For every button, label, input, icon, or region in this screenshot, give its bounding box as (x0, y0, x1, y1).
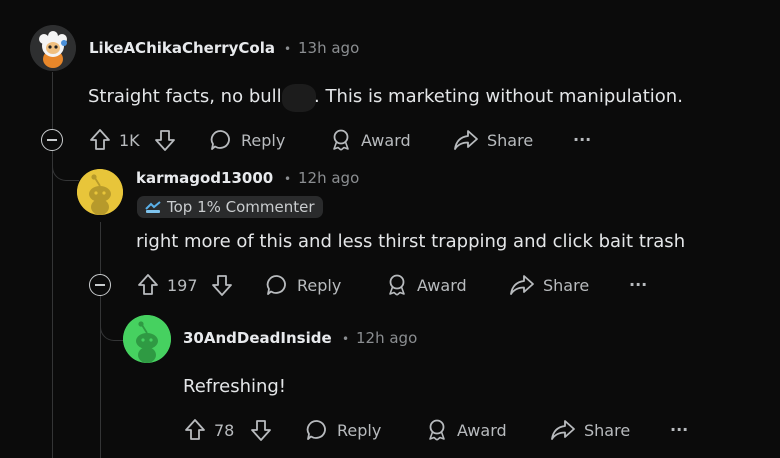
downvote-arrow-icon (212, 275, 232, 296)
snoo-avatar-sheep-costume-icon (30, 25, 76, 71)
chat-bubble-icon (210, 130, 230, 150)
separator-dot: • (342, 332, 350, 346)
share-button[interactable]: Share (550, 418, 630, 442)
avatar[interactable] (123, 315, 171, 363)
award-button[interactable]: Award (329, 128, 411, 152)
comment-text-continued: . This is marketing without manipulation… (314, 86, 683, 107)
reply-button[interactable]: Reply (209, 128, 285, 152)
award-label: Award (417, 275, 467, 295)
downvote-arrow-icon (251, 420, 271, 441)
chat-bubble-icon (266, 275, 286, 295)
award-button[interactable]: Award (385, 273, 467, 297)
username[interactable]: 30AndDeadInside (183, 329, 332, 347)
collapse-thread-button[interactable] (41, 129, 63, 151)
share-button[interactable]: Share (509, 273, 589, 297)
share-label: Share (487, 130, 534, 150)
award-icon (333, 129, 349, 151)
award-label: Award (361, 130, 411, 150)
vote-count: 78 (214, 420, 235, 440)
avatar[interactable] (30, 25, 76, 71)
chat-bubble-icon (306, 420, 326, 440)
upvote-arrow-icon (138, 274, 158, 295)
award-label: Award (457, 420, 507, 440)
award-button[interactable]: Award (425, 418, 507, 442)
reply-label: Reply (297, 275, 342, 295)
downvote-button[interactable] (154, 128, 176, 156)
share-arrow-icon (551, 420, 575, 440)
upvote-arrow-icon (90, 129, 110, 150)
snoo-avatar-icon (77, 169, 123, 215)
reply-label: Reply (337, 420, 382, 440)
reply-button[interactable]: Reply (305, 418, 381, 442)
thread-connector-1 (52, 152, 79, 181)
share-label: Share (584, 420, 631, 440)
more-options-button[interactable]: ··· (573, 130, 591, 149)
timestamp[interactable]: 13h ago (298, 39, 359, 57)
downvote-button[interactable] (211, 273, 233, 301)
top-commenter-icon (145, 201, 161, 213)
share-button[interactable]: Share (453, 128, 533, 152)
thread-connector-2 (100, 298, 125, 341)
upvote-button[interactable]: 78 (184, 418, 234, 442)
comment-text: Refreshing! (183, 376, 287, 397)
censored-word-icon (282, 84, 316, 112)
more-options-icon: ··· (573, 130, 592, 149)
upvote-button[interactable]: 197 (137, 273, 198, 297)
reply-button[interactable]: Reply (265, 273, 341, 297)
username[interactable]: karmagod13000 (136, 169, 273, 187)
separator-dot: • (284, 42, 292, 56)
share-label: Share (543, 275, 590, 295)
collapse-thread-button[interactable] (89, 274, 111, 296)
username[interactable]: LikeAChikaCherryCola (89, 39, 275, 57)
avatar[interactable] (77, 169, 123, 215)
comment-text: right more of this and less thirst trapp… (136, 231, 686, 252)
timestamp[interactable]: 12h ago (298, 169, 359, 187)
share-arrow-icon (510, 275, 534, 295)
upvote-arrow-icon (185, 419, 205, 440)
award-icon (429, 419, 445, 441)
timestamp[interactable]: 12h ago (356, 329, 417, 347)
more-options-button[interactable]: ··· (629, 275, 647, 294)
badge-label: Top 1% Commenter (167, 198, 315, 216)
vote-count: 1K (119, 130, 140, 150)
separator-dot: • (284, 172, 292, 186)
more-options-button[interactable]: ··· (670, 420, 688, 439)
downvote-button[interactable] (250, 418, 272, 446)
comment-text: Straight facts, no bull (88, 86, 282, 107)
more-options-icon: ··· (670, 420, 689, 439)
reply-label: Reply (241, 130, 286, 150)
snoo-avatar-icon (123, 315, 171, 363)
vote-count: 197 (167, 275, 198, 295)
downvote-arrow-icon (155, 130, 175, 151)
upvote-button[interactable]: 1K (89, 128, 140, 152)
thread-line-level-1 (100, 222, 101, 458)
top-commenter-badge: Top 1% Commenter (137, 196, 323, 218)
more-options-icon: ··· (629, 275, 648, 294)
share-arrow-icon (454, 130, 478, 150)
award-icon (389, 274, 405, 296)
